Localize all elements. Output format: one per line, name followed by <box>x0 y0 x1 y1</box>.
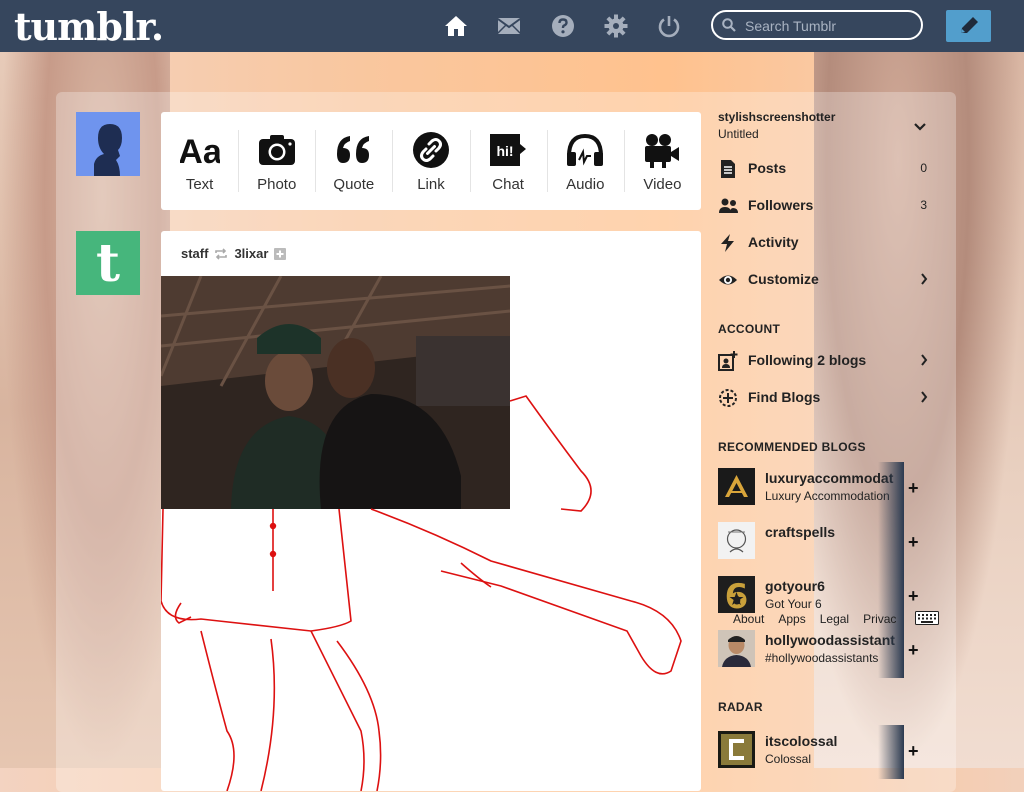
recommended-blog[interactable]: luxuryaccommodat Luxury Accommodation + <box>718 462 938 516</box>
radar-blog[interactable]: itscolossal Colossal + <box>718 725 938 779</box>
blog-avatar <box>718 731 755 768</box>
chevron-down-icon[interactable] <box>914 122 926 132</box>
blog-avatar <box>718 630 755 667</box>
footer-link-about[interactable]: About <box>733 612 764 626</box>
link-icon <box>412 132 449 168</box>
post-type-link[interactable]: Link <box>392 112 469 210</box>
follow-plus-icon[interactable]: + <box>908 532 919 553</box>
pencil-icon <box>961 17 978 33</box>
search-input[interactable] <box>743 16 917 36</box>
text-icon: Aa <box>180 133 220 170</box>
find-blogs-icon <box>719 389 737 407</box>
headphones-icon <box>567 133 604 166</box>
silhouette-icon <box>76 112 140 176</box>
follow-plus-icon[interactable]: + <box>908 586 919 607</box>
gear-icon[interactable] <box>604 14 628 38</box>
drawn-figure-sketch <box>161 395 682 791</box>
svg-text:hi!: hi! <box>497 143 514 159</box>
quote-icon <box>336 136 369 163</box>
camera-icon <box>258 135 295 165</box>
followers-icon <box>719 198 738 213</box>
mail-icon[interactable] <box>497 14 521 38</box>
blog-avatar <box>718 522 755 559</box>
follow-plus-icon[interactable]: + <box>908 741 919 762</box>
following-icon <box>718 351 738 371</box>
post-type-audio[interactable]: Audio <box>546 112 624 210</box>
home-icon[interactable] <box>444 14 468 38</box>
follow-plus-icon[interactable]: + <box>908 478 919 499</box>
chevron-right-icon <box>921 354 928 366</box>
compose-button[interactable] <box>946 10 991 42</box>
video-camera-icon <box>645 134 680 168</box>
sidebar-item-activity[interactable]: Activity <box>718 232 930 254</box>
post-card: staff 3lixar <box>161 231 701 791</box>
reblog-source-link[interactable]: 3lixar <box>234 246 268 261</box>
chevron-right-icon <box>921 391 928 403</box>
search-box[interactable] <box>711 10 923 40</box>
chevron-right-icon <box>921 273 928 285</box>
activity-icon <box>721 234 734 252</box>
search-icon <box>722 18 736 32</box>
account-blog-title: Untitled <box>718 127 759 141</box>
recommended-heading: RECOMMENDED BLOGS <box>718 440 866 454</box>
svg-text:Aa: Aa <box>180 133 220 170</box>
follow-plus-icon[interactable]: + <box>908 640 919 661</box>
post-type-quote[interactable]: Quote <box>315 112 392 210</box>
post-type-chat[interactable]: hi! Chat <box>469 112 547 210</box>
svg-text:t: t <box>96 233 120 294</box>
footer-link-legal[interactable]: Legal <box>820 612 849 626</box>
reblog-icon <box>215 247 228 260</box>
post-type-photo[interactable]: Photo <box>238 112 315 210</box>
sidebar-item-following[interactable]: Following 2 blogs <box>718 350 930 372</box>
recommended-blog[interactable]: 6 gotyour6 Got Your 6 + <box>718 570 938 624</box>
recommended-blog[interactable]: hollywoodassistant #hollywoodassistants … <box>718 624 938 678</box>
radar-heading: RADAR <box>718 700 763 714</box>
tumblr-logo[interactable]: tumblr. <box>14 4 164 49</box>
account-heading: ACCOUNT <box>718 322 781 336</box>
power-icon[interactable] <box>657 14 681 38</box>
sidebar-item-posts[interactable]: Posts 0 <box>718 158 930 180</box>
follow-plus-icon[interactable] <box>274 247 287 260</box>
recommended-blog[interactable]: craftspells + <box>718 516 938 570</box>
eye-icon <box>719 275 737 285</box>
posts-icon <box>721 160 735 178</box>
footer-link-apps[interactable]: Apps <box>778 612 805 626</box>
followers-count: 3 <box>920 198 927 212</box>
user-avatar[interactable] <box>76 112 140 176</box>
keyboard-icon[interactable] <box>915 611 939 625</box>
tumblr-t-icon: t <box>76 231 140 295</box>
sidebar-item-customize[interactable]: Customize <box>718 269 930 291</box>
post-type-text[interactable]: Aa Text <box>161 112 238 210</box>
post-header: staff 3lixar <box>181 246 287 261</box>
post-type-bar: Aa Text Photo Quote Link hi! Chat Audio … <box>161 112 701 210</box>
chat-icon: hi! <box>490 134 527 166</box>
sidebar-item-find-blogs[interactable]: Find Blogs <box>718 387 930 409</box>
footer-links: About Apps Legal Privac <box>733 612 896 626</box>
post-type-video[interactable]: Video <box>623 112 701 210</box>
help-icon[interactable] <box>551 14 575 38</box>
account-blog-name[interactable]: stylishscreenshotter <box>718 110 835 124</box>
posts-count: 0 <box>920 161 927 175</box>
blog-avatar: 6 <box>718 576 755 613</box>
post-author-link[interactable]: staff <box>181 246 208 261</box>
blog-avatar <box>718 468 755 505</box>
top-nav: tumblr. <box>0 0 1024 52</box>
sidebar-item-followers[interactable]: Followers 3 <box>718 195 930 217</box>
staff-avatar[interactable]: t <box>76 231 140 295</box>
